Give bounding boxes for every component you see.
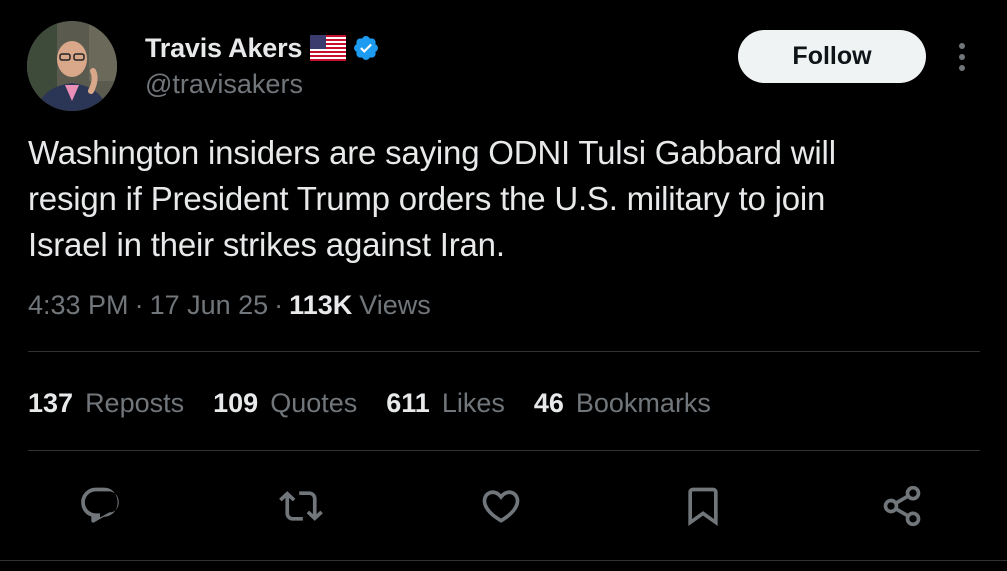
meta-separator: ·	[274, 289, 284, 320]
reply-button[interactable]	[74, 478, 126, 534]
bookmark-icon	[688, 487, 718, 527]
reposts-stat[interactable]: 137 Reposts	[28, 388, 184, 419]
tweet-text: Washington insiders are saying ODNI Tuls…	[28, 134, 836, 263]
tweet-date[interactable]: 17 Jun 25	[150, 290, 269, 321]
meta-separator: ·	[134, 289, 144, 320]
likes-stat[interactable]: 611 Likes	[386, 388, 505, 419]
bookmark-button[interactable]	[677, 478, 729, 534]
quotes-count: 109	[213, 387, 259, 418]
action-bar	[0, 478, 1007, 538]
like-button[interactable]	[475, 478, 527, 534]
author-info: Travis Akers @travisakers	[145, 28, 380, 100]
tweet-time[interactable]: 4:33 PM	[28, 290, 129, 321]
divider	[0, 560, 1007, 561]
handle[interactable]: @travisakers	[145, 69, 380, 100]
reposts-label: Reposts	[85, 387, 185, 418]
more-options-icon[interactable]	[950, 40, 974, 74]
reply-icon	[81, 487, 119, 523]
quotes-stat[interactable]: 109 Quotes	[213, 388, 357, 419]
share-icon	[883, 485, 921, 527]
tweet-meta: 4:33 PM · 17 Jun 25 · 113K Views	[28, 285, 431, 325]
avatar[interactable]	[27, 21, 117, 111]
likes-label: Likes	[441, 387, 505, 418]
follow-button[interactable]: Follow	[738, 30, 926, 83]
reposts-count: 137	[28, 387, 74, 418]
repost-icon	[279, 491, 323, 521]
engagement-stats: 137 Reposts 109 Quotes 611 Likes 46 Book…	[28, 383, 740, 423]
quotes-label: Quotes	[270, 387, 358, 418]
share-button[interactable]	[876, 478, 928, 534]
bookmarks-count: 46	[533, 387, 564, 418]
views-label: Views	[359, 289, 431, 320]
like-icon	[482, 490, 520, 523]
name-row: Travis Akers	[145, 28, 380, 68]
tweet-card: Travis Akers @travisakers Follow Washing…	[0, 0, 1007, 571]
divider	[28, 450, 980, 451]
divider	[28, 351, 980, 352]
display-name[interactable]: Travis Akers	[145, 33, 302, 64]
us-flag-icon	[310, 35, 347, 61]
bookmarks-label: Bookmarks	[575, 387, 711, 418]
views-count[interactable]: 113K	[289, 290, 352, 321]
bookmarks-stat[interactable]: 46 Bookmarks	[534, 388, 711, 419]
likes-count: 611	[386, 387, 430, 418]
verified-badge-icon[interactable]	[352, 34, 380, 62]
repost-button[interactable]	[275, 478, 327, 534]
